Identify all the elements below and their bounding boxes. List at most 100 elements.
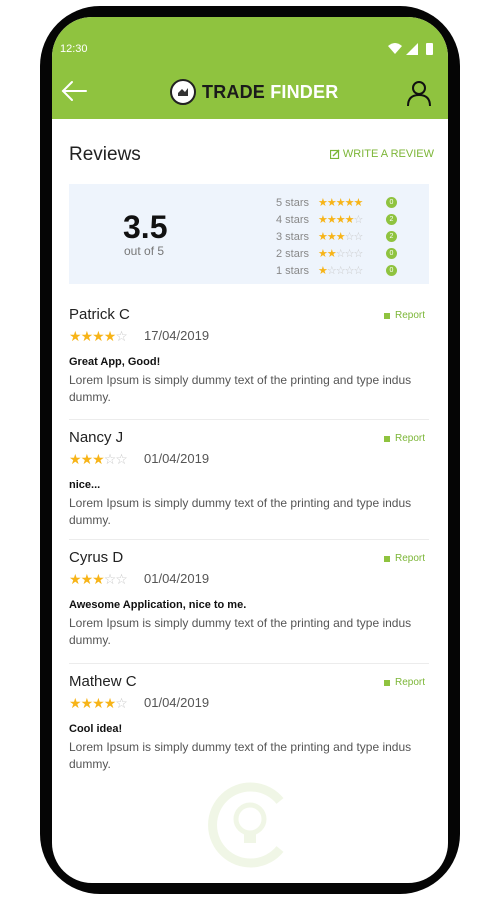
rating-count-badge: 0 (386, 265, 397, 276)
star-empty-icon: ☆ (344, 231, 355, 243)
star-empty-icon: ☆ (344, 265, 355, 277)
rating-breakdown: 5 stars ★★★★★ 0 4 stars ★★★★☆ 2 3 stars ★★★☆☆ 2 2… (276, 194, 411, 279)
rating-count-badge: 2 (386, 231, 397, 242)
review-date: 01/04/2019 (144, 695, 210, 710)
review-date: 01/04/2019 (144, 571, 210, 586)
logo-icon (170, 79, 196, 105)
rating-row-stars: ★★★★☆ (318, 213, 382, 226)
star-filled-icon: ★ (92, 451, 105, 467)
write-review-link[interactable]: WRITE A REVIEW (329, 148, 434, 160)
app-screen: 12:30 TRADE FINDER Reviews WRITE A REVIE… (52, 17, 448, 883)
signal-icon (406, 43, 418, 55)
rating-row-label: 1 stars (276, 264, 310, 277)
star-empty-icon: ☆ (103, 571, 117, 587)
back-button[interactable] (60, 77, 88, 105)
star-empty-icon: ☆ (353, 265, 364, 277)
star-empty-icon: ☆ (115, 451, 128, 467)
review-divider (69, 419, 429, 420)
star-empty-icon: ☆ (103, 451, 117, 467)
report-label: Report (394, 553, 425, 564)
review-body: Lorem Ipsum is simply dummy text of the … (69, 373, 412, 404)
back-arrow-icon (61, 81, 87, 101)
star-filled-icon: ★ (326, 197, 337, 209)
star-empty-icon: ☆ (335, 265, 346, 277)
write-review-label: WRITE A REVIEW (342, 148, 434, 160)
review-stars: ★★★☆☆ (69, 451, 128, 468)
app-header: 12:30 TRADE FINDER (52, 17, 448, 119)
status-icons (388, 43, 433, 55)
review-date: 17/04/2019 (144, 328, 210, 343)
star-filled-icon: ★ (344, 214, 355, 226)
rating-count-badge: 0 (386, 197, 397, 208)
star-filled-icon: ★ (318, 214, 328, 226)
reviewer-name: Patrick C (69, 306, 130, 323)
average-rating: 3.5 (123, 209, 168, 245)
edit-icon (329, 149, 340, 159)
star-filled-icon: ★ (92, 695, 105, 711)
star-filled-icon: ★ (80, 571, 94, 587)
star-filled-icon: ★ (69, 695, 82, 711)
rating-row-label: 4 stars (276, 213, 310, 226)
rating-row-label: 5 stars (276, 196, 310, 209)
star-filled-icon: ★ (103, 695, 117, 711)
report-button[interactable]: Report (383, 433, 425, 444)
rating-row-stars: ★☆☆☆☆ (318, 264, 382, 277)
brand-name: TRADE FINDER (202, 82, 338, 103)
report-button[interactable]: Report (383, 553, 425, 564)
star-filled-icon: ★ (92, 328, 105, 344)
flag-icon (383, 312, 390, 319)
profile-button[interactable] (406, 79, 432, 107)
rating-row-label: 3 stars (276, 230, 310, 243)
brand-logo: TRADE FINDER (170, 77, 338, 107)
star-filled-icon: ★ (318, 265, 328, 277)
star-empty-icon: ☆ (353, 214, 364, 226)
brand-name-part2: FINDER (270, 81, 339, 102)
flag-icon (383, 679, 390, 686)
rating-row: 5 stars ★★★★★ 0 (276, 194, 411, 211)
rating-row-stars: ★★★★★ (318, 196, 382, 209)
status-time: 12:30 (60, 43, 88, 55)
rating-row: 2 stars ★★☆☆☆ 0 (276, 245, 411, 262)
star-empty-icon: ☆ (353, 231, 364, 243)
report-button[interactable]: Report (383, 310, 425, 321)
user-profile-icon (407, 81, 431, 107)
star-filled-icon: ★ (69, 328, 82, 344)
rating-row-stars: ★★☆☆☆ (318, 247, 382, 260)
star-filled-icon: ★ (335, 197, 346, 209)
review-title: Awesome Application, nice to me. (69, 599, 247, 611)
review-divider (69, 539, 429, 540)
review-divider (69, 663, 429, 664)
rating-row: 3 stars ★★★☆☆ 2 (276, 228, 411, 245)
review-body: Lorem Ipsum is simply dummy text of the … (69, 616, 412, 647)
star-filled-icon: ★ (80, 451, 94, 467)
star-filled-icon: ★ (92, 571, 105, 587)
flag-icon (383, 555, 390, 562)
rating-summary: 3.5 out of 5 5 stars ★★★★★ 0 4 stars ★★★★☆ 2 3… (69, 184, 429, 284)
review-title: nice... (69, 479, 101, 491)
rating-row-label: 2 stars (276, 247, 310, 260)
rating-row: 1 stars ★☆☆☆☆ 0 (276, 262, 411, 279)
review-date: 01/04/2019 (144, 451, 210, 466)
watermark-logo (208, 782, 284, 868)
review-body: Lorem Ipsum is simply dummy text of the … (69, 496, 412, 527)
review-stars: ★★★★☆ (69, 328, 128, 345)
star-filled-icon: ★ (318, 231, 328, 243)
rating-row: 4 stars ★★★★☆ 2 (276, 211, 411, 228)
star-empty-icon: ☆ (326, 265, 337, 277)
report-button[interactable]: Report (383, 677, 425, 688)
page-title: Reviews (69, 144, 141, 165)
star-filled-icon: ★ (318, 248, 328, 260)
star-filled-icon: ★ (69, 571, 82, 587)
star-filled-icon: ★ (80, 328, 94, 344)
report-label: Report (394, 310, 425, 321)
battery-icon (426, 43, 433, 55)
star-empty-icon: ☆ (353, 248, 364, 260)
rating-scale-label: out of 5 (124, 244, 165, 258)
star-empty-icon: ☆ (344, 248, 355, 260)
rating-count-badge: 2 (386, 214, 397, 225)
star-filled-icon: ★ (80, 695, 94, 711)
brand-name-part1: TRADE (202, 81, 265, 102)
reviewer-name: Cyrus D (69, 549, 124, 566)
star-empty-icon: ☆ (115, 571, 128, 587)
star-filled-icon: ★ (69, 451, 82, 467)
